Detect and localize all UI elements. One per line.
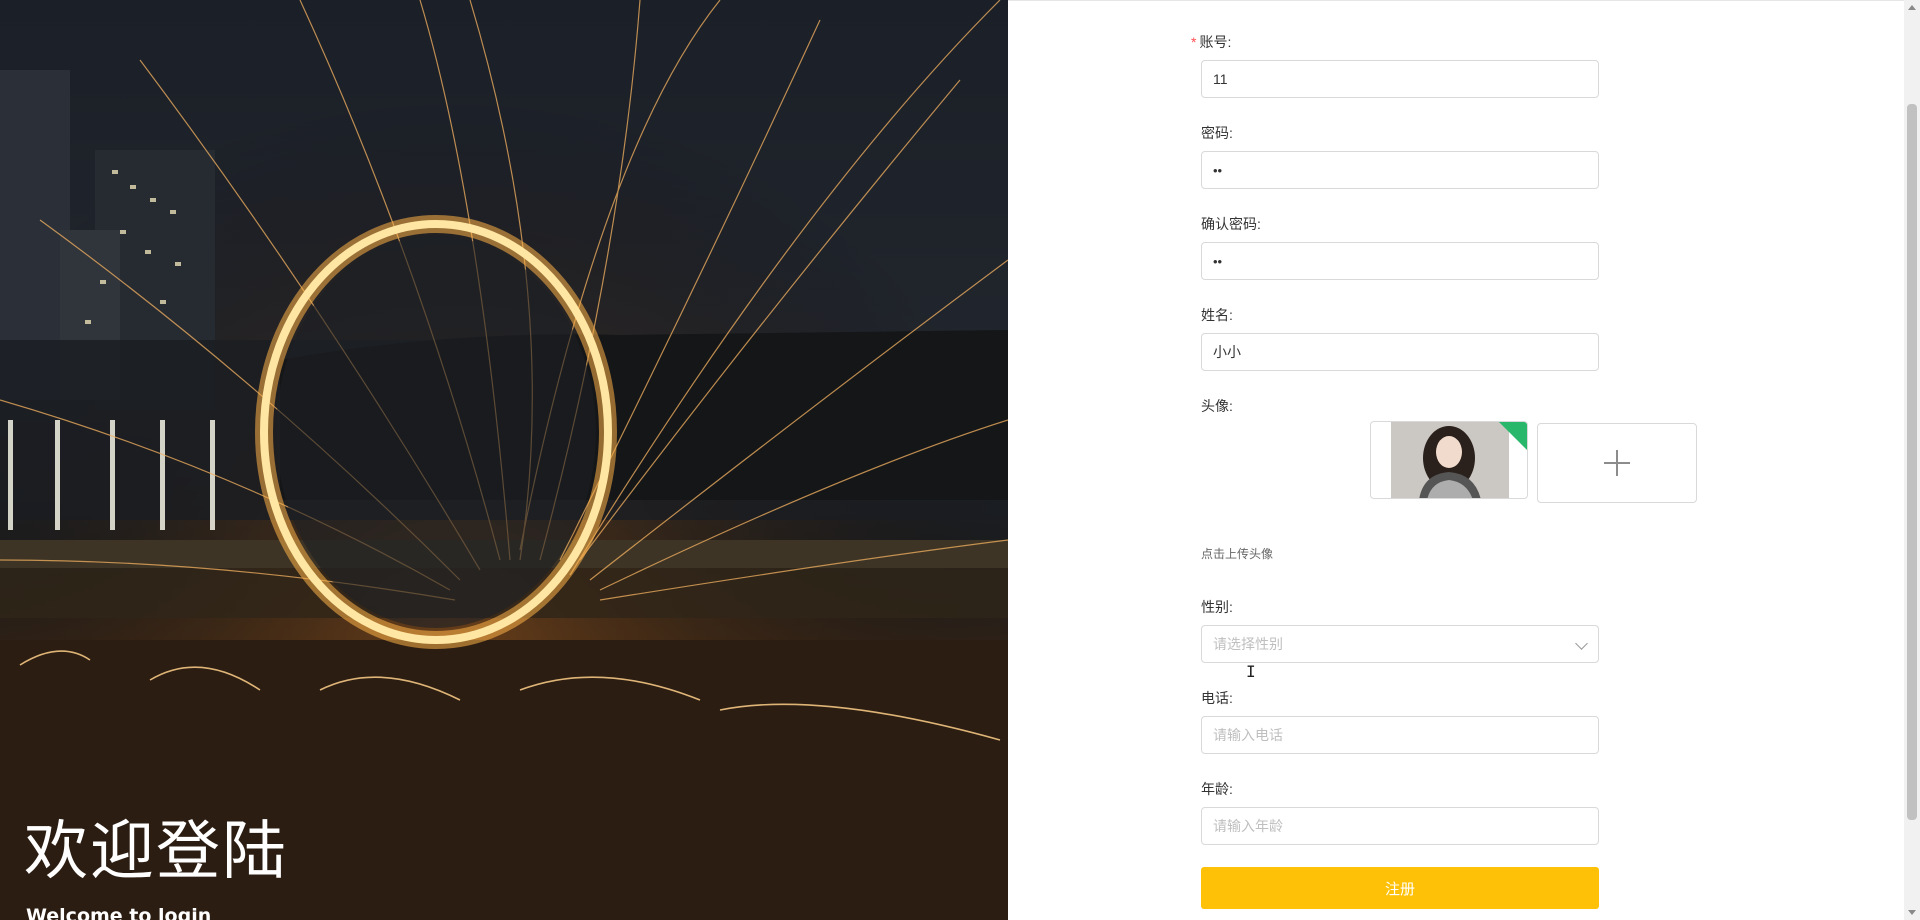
password-value: •• (1213, 162, 1223, 178)
hero-panel: 欢迎登陆 Welcome to login (0, 0, 1008, 920)
phone-placeholder: 请输入电话 (1213, 727, 1283, 743)
upload-hint: 点击上传头像 (1201, 547, 1274, 561)
avatar-label: 头像: (1201, 398, 1233, 414)
uploaded-avatar-card[interactable] (1370, 421, 1528, 499)
vertical-scrollbar[interactable] (1904, 0, 1920, 920)
age-input[interactable]: 请输入年龄 (1201, 807, 1599, 845)
text-cursor-icon: I (1246, 662, 1256, 681)
hero-background-image (0, 0, 1008, 920)
confirm-password-input[interactable]: •• (1201, 242, 1599, 280)
name-value: 小小 (1213, 344, 1241, 360)
confirm-password-label: 确认密码: (1201, 216, 1261, 232)
account-label: * 账号: (1191, 34, 1232, 50)
name-label: 姓名: (1201, 307, 1233, 323)
scroll-down-arrow-icon[interactable] (1908, 910, 1916, 915)
name-input[interactable]: 小小 (1201, 333, 1599, 371)
account-value: 11 (1213, 71, 1228, 87)
register-button[interactable]: 注册 (1201, 867, 1599, 909)
scroll-up-arrow-icon[interactable] (1908, 5, 1916, 10)
scrollbar-thumb[interactable] (1907, 104, 1917, 820)
hero-title: 欢迎登陆 (24, 815, 288, 889)
age-placeholder: 请输入年龄 (1213, 818, 1283, 834)
phone-label: 电话: (1201, 690, 1233, 706)
add-avatar-button[interactable] (1537, 423, 1697, 503)
phone-input[interactable]: 请输入电话 (1201, 716, 1599, 754)
age-label: 年龄: (1201, 781, 1233, 797)
chevron-down-icon (1575, 637, 1588, 650)
gender-placeholder: 请选择性别 (1213, 636, 1283, 652)
gender-label: 性别: (1201, 599, 1233, 615)
account-input[interactable]: 11 (1201, 60, 1599, 98)
required-mark: * (1191, 34, 1197, 50)
password-label: 密码: (1201, 125, 1233, 141)
gender-select[interactable]: 请选择性别 (1201, 625, 1599, 663)
password-input[interactable]: •• (1201, 151, 1599, 189)
plus-icon (1604, 450, 1630, 476)
register-page: 欢迎登陆 Welcome to login * 账号: 11 密码: •• 确认密… (0, 0, 1920, 920)
confirm-password-value: •• (1213, 253, 1223, 269)
hero-subtitle: Welcome to login (26, 905, 212, 920)
avatar-image (1391, 422, 1509, 498)
upload-success-badge (1499, 422, 1527, 450)
register-form: * 账号: 11 密码: •• 确认密码: •• 姓名: 小小 头像: 点击上传… (1008, 0, 1908, 920)
